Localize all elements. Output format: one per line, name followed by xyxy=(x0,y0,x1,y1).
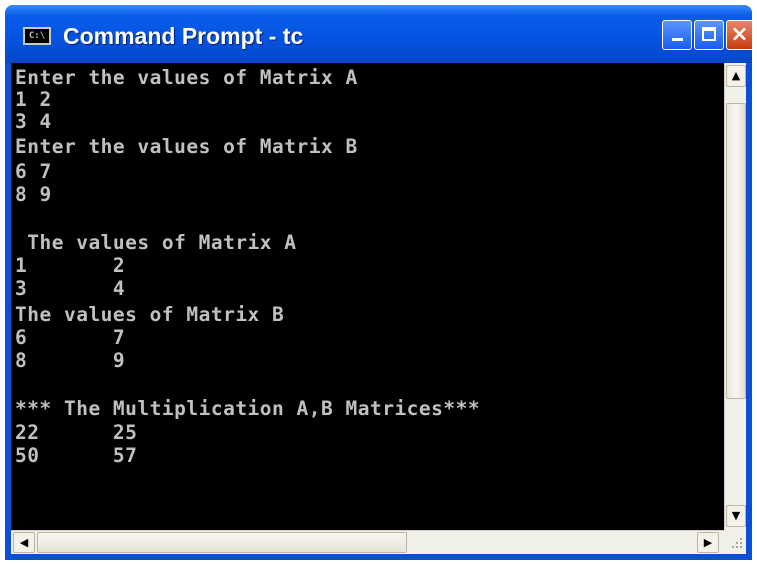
console-line: 8 9 xyxy=(15,183,52,206)
console-line: 22 25 xyxy=(15,421,138,444)
minimize-icon xyxy=(672,38,683,41)
console-line: 3 4 xyxy=(15,110,52,133)
scroll-down-button[interactable]: ▼ xyxy=(726,505,746,527)
arrow-left-icon: ◀ xyxy=(19,536,29,549)
console-line: 1 2 xyxy=(15,254,126,277)
maximize-icon xyxy=(702,27,716,41)
scroll-left-button[interactable]: ◀ xyxy=(13,532,35,553)
window-title: Command Prompt - tc xyxy=(63,23,304,49)
close-icon: × xyxy=(730,22,749,47)
console-line: The values of Matrix B xyxy=(15,303,285,326)
vertical-scroll-thumb[interactable] xyxy=(726,103,746,399)
command-prompt-icon[interactable]: C:\ xyxy=(23,27,51,45)
scroll-right-button[interactable]: ▶ xyxy=(697,532,719,553)
console-line: *** The Multiplication A,B Matrices*** xyxy=(15,397,481,420)
window-frame-bottom xyxy=(5,554,752,560)
command-prompt-window: C:\ Command Prompt - tc × Enter the valu… xyxy=(5,5,752,560)
close-button[interactable]: × xyxy=(726,20,752,50)
horizontal-scrollbar[interactable]: ◀ ▶ xyxy=(11,530,724,554)
scroll-up-button[interactable]: ▲ xyxy=(726,65,746,87)
console-line: 6 7 xyxy=(15,160,52,183)
console-output[interactable]: Enter the values of Matrix A 1 2 3 4 Ent… xyxy=(11,63,724,530)
window-frame-right xyxy=(746,63,752,560)
console-line: Enter the values of Matrix B xyxy=(15,135,358,158)
title-bar[interactable]: C:\ Command Prompt - tc × xyxy=(5,5,752,63)
arrow-up-icon: ▲ xyxy=(731,69,741,82)
horizontal-scroll-thumb[interactable] xyxy=(37,532,407,553)
minimize-button[interactable] xyxy=(662,20,692,50)
console-line: 6 7 xyxy=(15,326,126,349)
resize-grip[interactable] xyxy=(724,530,746,554)
maximize-button[interactable] xyxy=(694,20,724,50)
console-line: 8 9 xyxy=(15,349,126,372)
console-line: Enter the values of Matrix A xyxy=(15,66,358,89)
vertical-scrollbar[interactable]: ▲ ▼ xyxy=(724,63,746,530)
console-line: 1 2 xyxy=(15,88,52,111)
console-line: 3 4 xyxy=(15,277,126,300)
console-line: The values of Matrix A xyxy=(15,231,297,254)
arrow-right-icon: ▶ xyxy=(703,536,713,549)
console-line: 50 57 xyxy=(15,444,138,467)
arrow-down-icon: ▼ xyxy=(731,509,741,522)
